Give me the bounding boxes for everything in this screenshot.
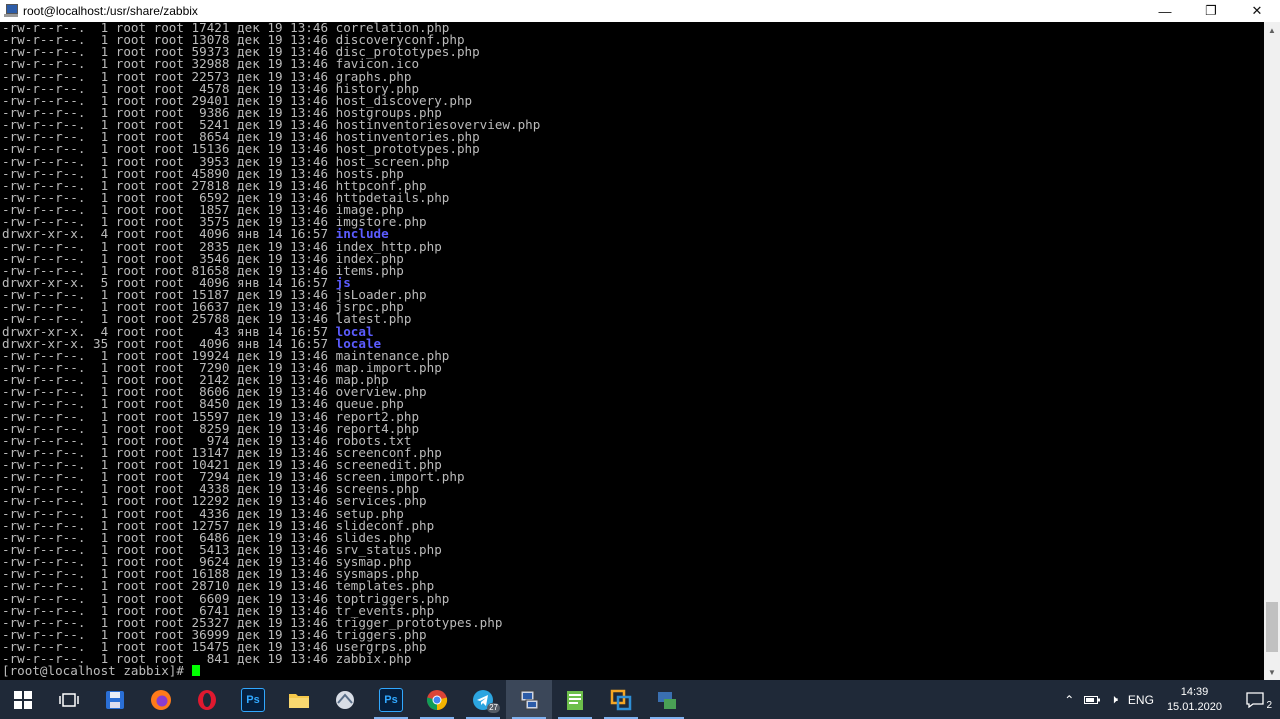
taskbar-telegram-button[interactable]: 27 bbox=[460, 680, 506, 719]
prompt-text: [root@localhost zabbix]# bbox=[2, 663, 192, 679]
taskbar-network-tool-button[interactable] bbox=[322, 680, 368, 719]
taskbar-opera-button[interactable] bbox=[184, 680, 230, 719]
command-prompt[interactable]: [root@localhost zabbix]# bbox=[2, 665, 540, 677]
opera-icon bbox=[196, 689, 218, 711]
task-view-icon bbox=[59, 692, 79, 708]
close-button[interactable]: ✕ bbox=[1234, 0, 1280, 22]
clock-time: 14:39 bbox=[1180, 685, 1209, 698]
notepad-icon bbox=[565, 689, 585, 711]
photoshop-icon: Ps bbox=[379, 687, 403, 712]
taskbar-photoshop-2-button[interactable]: Ps bbox=[368, 680, 414, 719]
notification-count: 2 bbox=[1266, 700, 1272, 711]
taskbar-task-view-button[interactable] bbox=[46, 680, 92, 719]
remote-tool-icon bbox=[656, 689, 678, 711]
minimize-icon: — bbox=[1158, 3, 1172, 19]
chevron-up-icon[interactable]: ⌃ bbox=[1059, 680, 1079, 719]
putty-icon[interactable] bbox=[4, 4, 18, 18]
maximize-button[interactable]: ❐ bbox=[1188, 0, 1234, 22]
minimize-button[interactable]: — bbox=[1142, 0, 1188, 22]
taskbar-file-explorer-button[interactable] bbox=[276, 680, 322, 719]
clock-date: 15.01.2020 bbox=[1166, 700, 1222, 713]
taskbar-chrome-button[interactable] bbox=[414, 680, 460, 719]
battery-icon[interactable] bbox=[1079, 680, 1105, 719]
taskbar: Ps Ps 27 ⌃ 🕨 ENG 14:39 15.01.2020 2 bbox=[0, 680, 1280, 719]
terminal-lines: -rw-r--r--. 1 root root 17421 дек 19 13:… bbox=[2, 22, 540, 678]
text-cursor bbox=[191, 665, 200, 677]
folder-icon bbox=[288, 691, 310, 709]
taskbar-firefox-button[interactable] bbox=[138, 680, 184, 719]
chrome-icon bbox=[426, 689, 448, 711]
clock[interactable]: 14:39 15.01.2020 bbox=[1159, 685, 1230, 715]
maximize-icon: ❐ bbox=[1205, 3, 1217, 18]
title-bar: root@localhost:/usr/share/zabbix — ❐ ✕ bbox=[0, 0, 1280, 22]
taskbar-remote-tool-button[interactable] bbox=[644, 680, 690, 719]
taskbar-save-button[interactable] bbox=[92, 680, 138, 719]
taskbar-start-button[interactable] bbox=[0, 680, 46, 719]
firefox-icon bbox=[150, 689, 172, 711]
notification-icon bbox=[1246, 691, 1264, 708]
taskbar-putty-button[interactable] bbox=[506, 680, 552, 719]
taskbar-apps: Ps Ps 27 bbox=[0, 680, 690, 719]
notification-center-button[interactable]: 2 bbox=[1230, 680, 1280, 719]
photoshop-icon: Ps bbox=[241, 687, 265, 712]
scrollbar-thumb[interactable] bbox=[1266, 602, 1278, 653]
network-tool-icon bbox=[334, 689, 356, 711]
window-title: root@localhost:/usr/share/zabbix bbox=[23, 4, 198, 18]
language-indicator[interactable]: ENG bbox=[1123, 680, 1159, 719]
close-icon: ✕ bbox=[1251, 3, 1263, 18]
vm-icon bbox=[610, 689, 632, 711]
taskbar-notepad-button[interactable] bbox=[552, 680, 598, 719]
vertical-scrollbar[interactable]: ▲ ▼ bbox=[1264, 22, 1280, 680]
file-name: zabbix.php bbox=[335, 651, 412, 667]
taskbar-virtual-machine-button[interactable] bbox=[598, 680, 644, 719]
scroll-down-arrow-icon[interactable]: ▼ bbox=[1264, 664, 1280, 680]
floppy-disk-icon bbox=[105, 690, 125, 710]
windows-logo-icon bbox=[14, 690, 32, 709]
window-controls: — ❐ ✕ bbox=[1142, 0, 1280, 22]
taskbar-photoshop-button[interactable]: Ps bbox=[230, 680, 276, 719]
unread-badge: 27 bbox=[487, 703, 500, 713]
terminal-output[interactable]: -rw-r--r--. 1 root root 17421 дек 19 13:… bbox=[0, 22, 1264, 680]
system-tray: ⌃ 🕨 ENG 14:39 15.01.2020 2 bbox=[1059, 680, 1280, 719]
scroll-up-arrow-icon[interactable]: ▲ bbox=[1264, 22, 1280, 38]
speaker-icon[interactable]: 🕨 bbox=[1105, 680, 1123, 719]
putty-icon bbox=[518, 689, 540, 711]
